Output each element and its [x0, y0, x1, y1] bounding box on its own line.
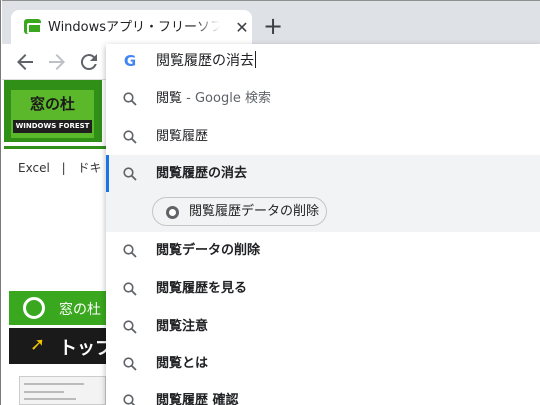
suggestion-text: 閲覧とは	[156, 356, 209, 371]
suggestion-text: 閲覧履歴 確認	[156, 393, 239, 405]
reload-icon	[80, 54, 97, 71]
search-icon	[122, 319, 138, 335]
suggestion-text: 閲覧注意	[156, 319, 209, 334]
side-banner-label: 窓の杜	[59, 302, 101, 318]
clock-icon	[23, 297, 45, 319]
chrome-icon	[166, 206, 179, 219]
omnibox-dropdown: G 閲覧履歴の消去 閲覧 - Google 検索 閲覧履歴 閲覧履歴の消去 閲覧…	[106, 44, 540, 405]
suggestion-item[interactable]: 閲覧履歴 確認	[106, 382, 540, 405]
reload-button[interactable]	[77, 50, 101, 74]
new-tab-button[interactable]: +	[261, 14, 285, 39]
search-icon	[122, 166, 138, 182]
site-logo[interactable]: 窓の杜 WINDOWS FOREST	[11, 90, 94, 138]
browser-tab[interactable]: Windowsアプリ・フリーソフトのおすすめ ✕	[11, 10, 252, 45]
clear-browsing-data-button[interactable]: 閲覧履歴データの削除	[152, 197, 327, 226]
omnibox[interactable]: G 閲覧履歴の消去	[106, 44, 540, 80]
arrow-right-icon	[49, 54, 65, 70]
suggestion-text: 閲覧履歴を見る	[156, 281, 248, 296]
nav-item-doc[interactable]: ドキ	[78, 161, 102, 175]
action-chip-row: 閲覧履歴データの削除	[106, 192, 540, 232]
suggestion-item[interactable]: 閲覧履歴	[106, 118, 540, 156]
text-cursor	[255, 51, 256, 68]
nav-item-excel[interactable]: Excel	[18, 161, 50, 175]
logo-title: 窓の杜	[29, 95, 75, 113]
suggestion-text: 閲覧データの削除	[156, 243, 261, 258]
selection-indicator	[106, 155, 109, 193]
tab-title: Windowsアプリ・フリーソフトのおすすめ	[48, 20, 220, 35]
browser-window: Windowsアプリ・フリーソフトのおすすめ ✕ + 窓の杜 WINDOWS F…	[0, 0, 540, 405]
suggestion-text: 閲覧履歴	[156, 129, 209, 144]
suggestion-item[interactable]: 閲覧 - Google 検索	[106, 80, 540, 118]
suggestion-item[interactable]: 閲覧データの削除	[106, 232, 540, 270]
google-icon: G	[123, 52, 137, 70]
article-thumbnail[interactable]	[19, 376, 106, 405]
omnibox-input[interactable]: 閲覧履歴の消去	[156, 51, 256, 71]
side-banner-top-label: トップ	[59, 338, 113, 359]
search-icon	[122, 393, 138, 405]
search-icon	[122, 356, 138, 372]
site-favicon-icon	[24, 19, 42, 34]
tab-strip: Windowsアプリ・フリーソフトのおすすめ ✕ +	[2, 0, 540, 45]
close-tab-icon[interactable]: ✕	[233, 19, 251, 37]
suggestion-item[interactable]: 閲覧とは	[106, 345, 540, 383]
nav-separator: |	[61, 161, 66, 175]
search-icon	[122, 243, 138, 259]
arrow-left-icon	[17, 54, 33, 70]
logo-subtitle: WINDOWS FOREST	[15, 122, 90, 130]
search-icon	[122, 281, 138, 297]
suggestion-text: 閲覧 - Google 検索	[156, 91, 271, 106]
trend-arrow-icon: ➚	[30, 334, 46, 355]
logo-subtitle-bar: WINDOWS FOREST	[13, 120, 92, 133]
forward-button[interactable]	[45, 50, 69, 74]
action-chip-label: 閲覧履歴データの削除	[189, 204, 320, 219]
back-button[interactable]	[13, 50, 37, 74]
search-icon	[122, 91, 138, 107]
suggestion-text: 閲覧履歴の消去	[156, 166, 248, 181]
search-icon	[122, 129, 138, 145]
suggestion-item[interactable]: 閲覧履歴を見る	[106, 270, 540, 308]
suggestion-item[interactable]: 閲覧注意	[106, 308, 540, 346]
suggestion-item-selected[interactable]: 閲覧履歴の消去	[106, 155, 540, 193]
header-divider	[4, 146, 106, 149]
site-nav: Excel | ドキ	[18, 159, 110, 176]
